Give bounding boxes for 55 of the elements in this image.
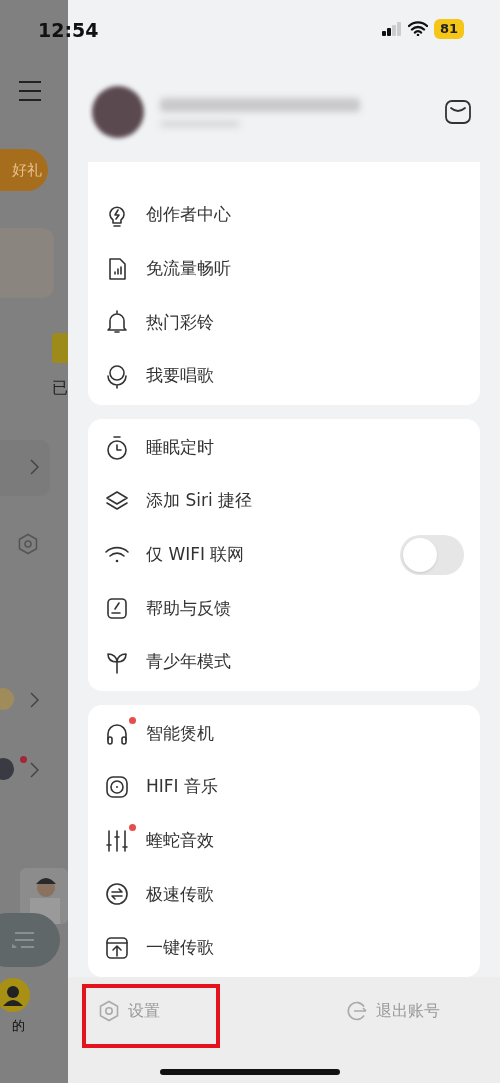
- menu-item[interactable]: 添加 Siri 捷径: [104, 474, 464, 528]
- upload-icon: [104, 934, 130, 961]
- menu-label: 青少年模式: [146, 650, 231, 674]
- vip-badge: [52, 333, 68, 363]
- avatar: [92, 86, 144, 138]
- signal-icon: [381, 22, 402, 36]
- player-bar[interactable]: [0, 913, 60, 967]
- settings-icon[interactable]: [17, 533, 39, 555]
- timer-icon: [104, 434, 130, 461]
- transfer-icon: [104, 881, 130, 908]
- menu-item[interactable]: 极速传歌: [104, 867, 464, 922]
- chevron-icon[interactable]: [30, 459, 39, 475]
- menu-item[interactable]: 我要唱歌: [104, 349, 464, 403]
- menu-label: 智能煲机: [146, 721, 214, 745]
- menu-label: HIFI 音乐: [146, 775, 218, 799]
- menu-label: 帮助与反馈: [146, 596, 231, 620]
- menu-item[interactable]: 蝰蛇音效: [104, 813, 464, 868]
- menu-item[interactable]: 睡眠定时: [104, 420, 464, 475]
- status-time: 12:54: [38, 18, 99, 43]
- equalizer-icon: [104, 827, 130, 854]
- chevron-icon[interactable]: [30, 692, 39, 708]
- menu-item[interactable]: 帮助与反馈: [104, 581, 464, 636]
- chevron-icon[interactable]: [30, 762, 39, 778]
- wifi-icon: [407, 21, 428, 37]
- battery-level: 81: [433, 19, 464, 39]
- profile-icon[interactable]: [0, 978, 30, 1012]
- toggle-switch[interactable]: [400, 534, 464, 575]
- mail-icon[interactable]: [445, 100, 471, 124]
- tab-label[interactable]: 已: [52, 376, 68, 400]
- menu-label: 一键传歌: [146, 936, 214, 960]
- menu-item[interactable]: HIFI 音乐: [104, 760, 464, 814]
- bell-icon: [104, 309, 130, 336]
- menu-label: 蝰蛇音效: [146, 828, 214, 852]
- settings-icon: [98, 999, 120, 1022]
- menu-icon[interactable]: [18, 80, 42, 102]
- menu-label: 我要唱歌: [146, 364, 214, 388]
- menu-label: 添加 Siri 捷径: [146, 489, 253, 513]
- menu-item[interactable]: 免流量畅听: [104, 241, 464, 296]
- menu-item[interactable]: 仅 WIFI 联网: [104, 527, 464, 582]
- menu-item[interactable]: 青少年模式: [104, 635, 464, 689]
- playlist-icon[interactable]: [12, 932, 34, 948]
- menu-item[interactable]: 热门彩铃: [104, 295, 464, 350]
- menu-label: 睡眠定时: [146, 435, 214, 459]
- logout-icon: [346, 999, 368, 1022]
- microphone-icon: [104, 362, 130, 389]
- menu-item[interactable]: 一键传歌: [104, 921, 464, 975]
- menu-item[interactable]: 创作者中心: [104, 188, 464, 242]
- menu-label: 仅 WIFI 联网: [146, 542, 245, 566]
- edit-note-icon: [104, 595, 130, 622]
- menu-label: 免流量畅听: [146, 257, 231, 280]
- menu-label: 创作者中心: [146, 203, 231, 227]
- menu-item[interactable]: 智能煲机: [104, 706, 464, 761]
- menu-label: 热门彩铃: [146, 310, 214, 334]
- nav-label[interactable]: 的: [12, 1016, 25, 1036]
- menu-label: 极速传歌: [146, 882, 214, 906]
